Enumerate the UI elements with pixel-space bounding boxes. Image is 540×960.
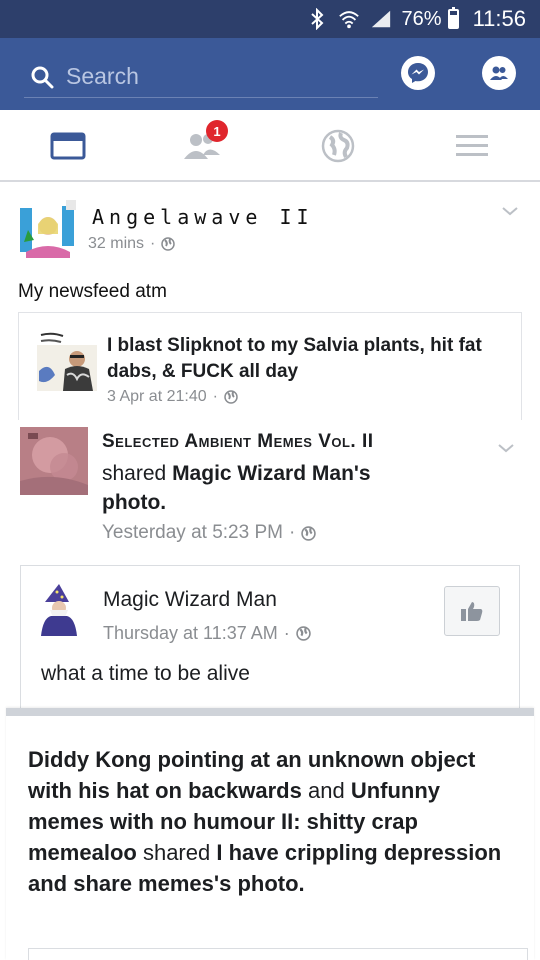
shared-photo-card[interactable]: Magic Wizard Man Thursday at 11:37 AM · …	[20, 565, 520, 715]
news-feed-icon	[50, 132, 86, 160]
wifi-icon	[338, 8, 360, 30]
dot-separator: ·	[288, 522, 296, 543]
share-time[interactable]: Yesterday at 5:23 PM	[102, 522, 283, 544]
dot-separator: ·	[283, 623, 290, 643]
post-author-avatar[interactable]	[18, 200, 76, 258]
battery-fill	[449, 14, 457, 27]
post-text: My newsfeed atm	[18, 281, 167, 302]
quoted-post-card[interactable]: I blast Slipknot to my Salvia plants, hi…	[18, 312, 522, 420]
shared-object-link[interactable]: photo.	[102, 491, 166, 514]
chevron-down-icon[interactable]	[500, 201, 520, 221]
nested-object-link[interactable]: photo.	[237, 871, 304, 896]
thumbs-up-icon	[461, 602, 483, 621]
post-author-name[interactable]: Angelawave II	[92, 205, 314, 229]
tab-friend-requests[interactable]: 1	[182, 120, 228, 166]
tab-bar: 1	[0, 110, 540, 182]
quoted-post-time[interactable]: 3 Apr at 21:40	[107, 388, 207, 406]
status-bar: 76% 11:56	[0, 0, 540, 38]
bluetooth-icon	[306, 8, 328, 30]
globe-icon	[296, 626, 311, 641]
page-avatar[interactable]	[20, 427, 88, 495]
battery-icon	[447, 7, 459, 29]
dot-separator: ·	[212, 388, 218, 405]
messenger-icon	[408, 63, 428, 83]
nested-share-description: Diddy Kong pointing at an unknown object…	[28, 744, 508, 899]
globe-icon	[224, 390, 238, 404]
groups-button[interactable]	[482, 56, 516, 90]
post-time[interactable]: 32 mins	[88, 235, 144, 253]
messenger-button[interactable]	[401, 56, 435, 90]
share-action: shared	[102, 462, 167, 485]
nested-inner-card[interactable]	[28, 948, 528, 960]
share-description: shared Magic Wizard Man's photo.	[102, 459, 432, 517]
like-page-button[interactable]	[444, 586, 500, 636]
shared-post-text: what a time to be alive	[41, 662, 250, 685]
menu-icon	[456, 135, 488, 156]
globe-icon	[301, 525, 317, 541]
battery-indicator: 76%	[401, 7, 459, 31]
globe-icon	[321, 129, 355, 163]
nested-action: shared	[142, 840, 211, 865]
search-placeholder: Search	[66, 63, 139, 89]
page-name[interactable]: Selected Ambient Memes Vol. II	[102, 431, 374, 453]
clock: 11:56	[472, 6, 526, 31]
dot-separator: ·	[150, 235, 156, 252]
post-meta: 32 mins ·	[88, 235, 176, 253]
tab-notifications[interactable]	[318, 126, 358, 166]
tab-menu[interactable]	[452, 126, 492, 166]
quoted-post-meta: 3 Apr at 21:40 ·	[107, 388, 238, 406]
shared-author-name[interactable]: Magic Wizard Man	[103, 588, 277, 612]
shared-author-time[interactable]: Thursday at 11:37 AM	[103, 623, 278, 644]
groups-icon	[490, 66, 508, 80]
quoted-post-text: I blast Slipknot to my Salvia plants, hi…	[107, 335, 482, 382]
shared-author-meta: Thursday at 11:37 AM ·	[103, 623, 311, 644]
shared-owner-link[interactable]: Magic Wizard Man's	[172, 462, 371, 485]
wizard-avatar[interactable]	[39, 584, 79, 636]
top-header: Search	[0, 38, 540, 110]
tab-news-feed[interactable]	[48, 126, 88, 166]
signal-icon	[370, 8, 392, 30]
globe-icon	[161, 237, 176, 251]
battery-percent: 76%	[401, 7, 442, 30]
nested-and: and	[307, 778, 345, 803]
nested-shared-card[interactable]: Diddy Kong pointing at an unknown object…	[6, 708, 534, 960]
search-icon	[31, 66, 54, 88]
friend-requests-badge: 1	[206, 120, 228, 142]
facebook-feed-screen: 76% 11:56 Search 1 Angelawave II 32 mins…	[0, 0, 540, 960]
search-input[interactable]: Search	[24, 56, 378, 98]
quoted-post-avatar[interactable]	[37, 331, 97, 391]
share-meta: Yesterday at 5:23 PM ·	[102, 522, 317, 544]
chevron-down-icon[interactable]	[496, 438, 516, 458]
